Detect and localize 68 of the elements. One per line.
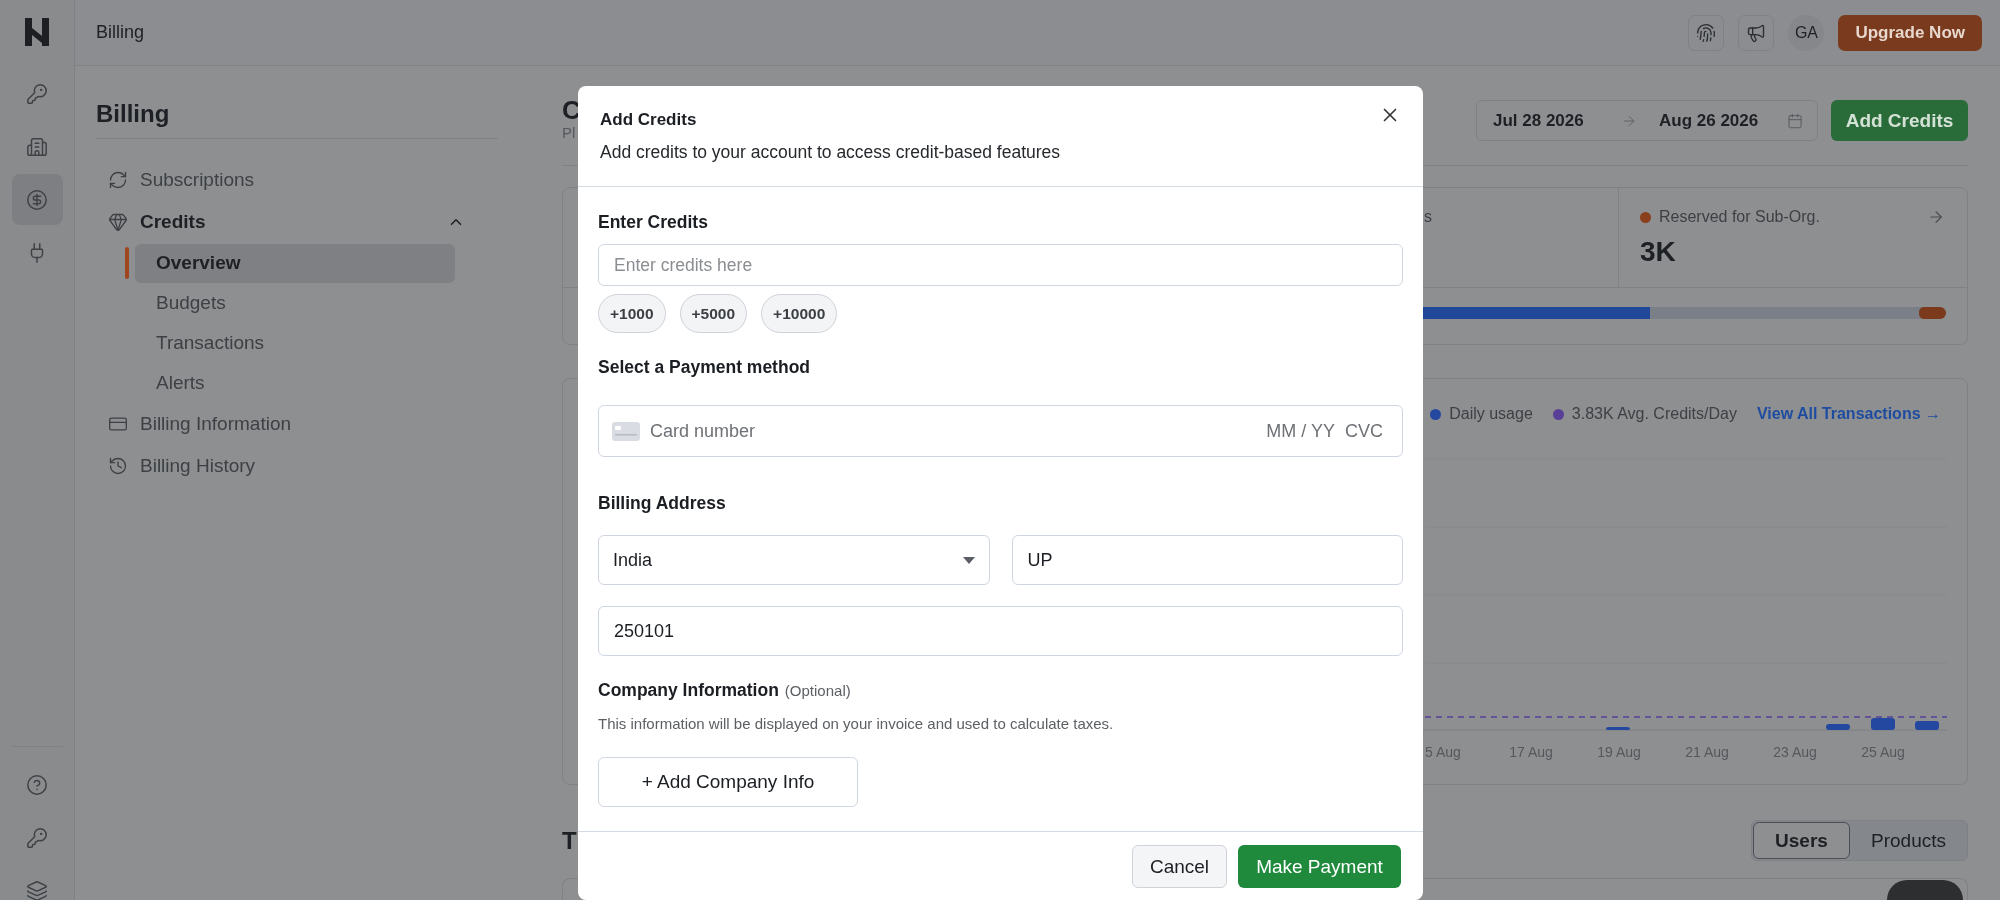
date-range-picker[interactable]: Jul 28 2026 Aug 26 2026 (1476, 100, 1818, 141)
legend-label: Daily usage (1449, 405, 1533, 423)
building-icon (26, 135, 48, 158)
chat-launcher-button[interactable] (1887, 880, 1963, 900)
nav-item[interactable]: Billing History (96, 445, 465, 487)
nav-subitem[interactable]: Transactions (135, 323, 455, 363)
postal-code-input[interactable]: 250101 (598, 606, 1403, 656)
nav-item[interactable]: Billing Information (96, 403, 465, 445)
field-label: Billing Address (598, 493, 727, 514)
layers-icon (26, 879, 48, 900)
upgrade-button[interactable]: Upgrade Now (1838, 14, 1982, 51)
axis-label: 17 Aug (1509, 744, 1553, 760)
dollar-icon (26, 188, 48, 211)
calendar-icon (1786, 111, 1803, 130)
legend-label: 3.83K Avg. Credits/Day (1571, 405, 1737, 423)
logo-icon (25, 18, 49, 46)
credit-amount-chip[interactable]: +10000 (761, 294, 838, 333)
key-icon (26, 82, 48, 105)
announcements-button[interactable] (1738, 14, 1775, 51)
history-icon (108, 456, 128, 476)
axis-label: 25 Aug (1861, 744, 1905, 760)
add-credits-button[interactable]: Add Credits (1831, 100, 1968, 141)
help-icon (26, 773, 48, 796)
state-input[interactable]: UP (1011, 535, 1403, 585)
fingerprint-icon (1696, 22, 1717, 43)
add-company-button[interactable]: + Add Company Info (598, 757, 858, 807)
make-payment-button[interactable]: Make Payment (1238, 845, 1401, 888)
gem-icon (108, 212, 128, 232)
key-icon (26, 826, 48, 849)
credits-input[interactable]: Enter credits here (598, 244, 1403, 286)
help-text: This information will be displayed on your invoice and used to calculate taxes. (598, 715, 1114, 732)
user-avatar[interactable]: GA (1788, 14, 1825, 51)
stat-value: 3K (1640, 236, 1677, 268)
credit-amount-chip[interactable]: +5000 (679, 294, 748, 333)
megaphone-icon (1746, 22, 1767, 43)
card-input[interactable]: Card number MM / YY CVC (598, 405, 1403, 457)
sync-icon (108, 170, 128, 190)
axis-label: 23 Aug (1773, 744, 1817, 760)
field-label: Select a Payment method (598, 357, 812, 378)
section-title: T (562, 826, 577, 855)
axis-label: 21 Aug (1685, 744, 1729, 760)
caret-icon (962, 556, 975, 564)
nav-subitem[interactable]: Budgets (135, 283, 455, 323)
nav-item[interactable]: Subscriptions (96, 159, 465, 201)
credit-amount-chip[interactable]: +1000 (598, 294, 666, 333)
stat-label: s (1424, 208, 1432, 225)
axis-label: 5 Aug (1425, 744, 1461, 760)
field-label: Enter Credits (598, 212, 709, 233)
card-icon (612, 421, 640, 441)
stat-label: Reserved for Sub-Org. (1659, 208, 1820, 226)
content-subtitle: Pl (562, 124, 577, 141)
arrow-right-icon (1927, 208, 1945, 226)
rail-button[interactable] (11, 174, 63, 225)
field-label: Company Information (598, 680, 779, 701)
nav-subitem[interactable]: Overview (135, 243, 455, 283)
toggle-tab[interactable]: Users (1753, 822, 1850, 859)
nav-item[interactable]: Credits (96, 201, 465, 243)
nav-subitem[interactable]: Alerts (135, 363, 455, 403)
dialog-title: Add Credits (600, 110, 697, 130)
fingerprint-button[interactable] (1688, 14, 1725, 51)
toggle-tab[interactable]: Products (1850, 822, 1966, 859)
dialog-subtitle: Add credits to your account to access credit-based features (600, 142, 1062, 163)
optional-hint: (Optional) (784, 682, 851, 699)
country-select[interactable]: India (598, 535, 990, 585)
page-title: Billing (96, 22, 145, 43)
axis-label: 19 Aug (1597, 744, 1641, 760)
cancel-button[interactable]: Cancel (1132, 845, 1227, 888)
section-heading: Billing (96, 100, 498, 139)
